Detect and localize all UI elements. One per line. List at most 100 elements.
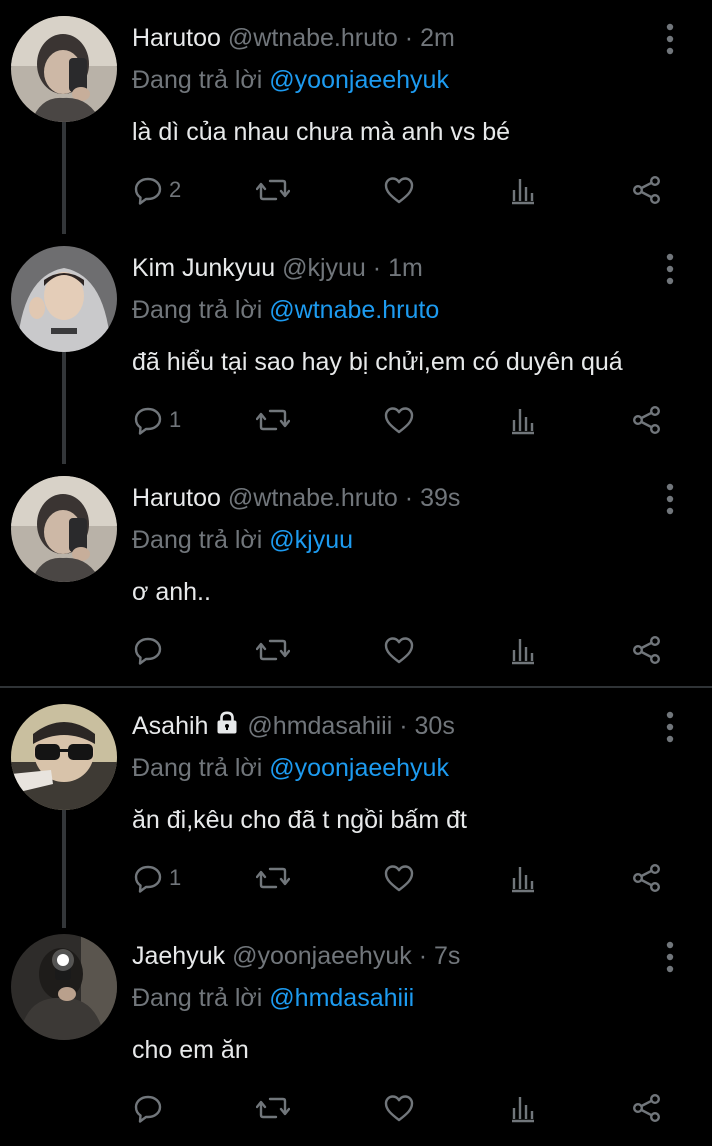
like-button[interactable] [383, 620, 415, 680]
replying-prefix: Đang trả lời [132, 296, 263, 324]
timestamp[interactable]: 2m [420, 24, 455, 52]
more-options-button[interactable] [660, 22, 680, 56]
retweet-button[interactable] [256, 390, 290, 450]
action-bar [0, 1078, 712, 1138]
tweet-text: cho em ăn [132, 1036, 249, 1064]
timestamp[interactable]: 39s [420, 484, 460, 512]
tweet[interactable]: Harutoo @wtnabe.hruto · 2m Đang trả lời … [0, 0, 712, 230]
handle[interactable]: @wtnabe.hruto [228, 484, 398, 512]
mention-link[interactable]: @yoonjaeehyuk [269, 754, 449, 782]
more-options-button[interactable] [660, 710, 680, 744]
more-vertical-icon [666, 23, 674, 55]
jaehyuk-avatar-icon [11, 934, 117, 1040]
retweet-icon [256, 639, 290, 661]
views-icon [512, 639, 534, 665]
display-name[interactable]: Jaehyuk [132, 942, 225, 970]
views-button[interactable] [509, 620, 537, 680]
tweet-header: Asahih @hmdasahiii · 30s [132, 708, 632, 744]
avatar[interactable] [11, 704, 117, 810]
reply-icon [134, 1095, 162, 1123]
more-options-button[interactable] [660, 252, 680, 286]
avatar[interactable] [11, 246, 117, 352]
reply-thread-feed: Harutoo @wtnabe.hruto · 2m Đang trả lời … [0, 0, 712, 1146]
views-button[interactable] [509, 848, 537, 908]
retweet-button[interactable] [256, 160, 290, 220]
reply-button[interactable] [133, 620, 169, 680]
tweet-header: Jaehyuk @yoonjaeehyuk · 7s [132, 938, 632, 974]
retweet-button[interactable] [256, 1078, 290, 1138]
replying-to: Đang trả lời @yoonjaeehyuk [132, 750, 449, 786]
share-button[interactable] [632, 848, 662, 908]
tweet[interactable]: Jaehyuk @yoonjaeehyuk · 7s Đang trả lời … [0, 918, 712, 1146]
mention-link[interactable]: @hmdasahiii [269, 984, 414, 1012]
views-button[interactable] [509, 160, 537, 220]
tweet[interactable]: Kim Junkyuu @kjyuu · 1m Đang trả lời @wt… [0, 230, 712, 460]
like-button[interactable] [383, 160, 415, 220]
replying-prefix: Đang trả lời [132, 526, 263, 554]
views-button[interactable] [509, 1078, 537, 1138]
views-icon [512, 867, 534, 893]
reply-button[interactable]: 1 [133, 848, 181, 908]
reply-icon [134, 865, 162, 893]
mention-link[interactable]: @yoonjaeehyuk [269, 66, 449, 94]
separator: · [399, 712, 408, 740]
more-vertical-icon [666, 711, 674, 743]
share-button[interactable] [632, 1078, 662, 1138]
timestamp[interactable]: 7s [434, 942, 460, 970]
tweet-header: Kim Junkyuu @kjyuu · 1m [132, 250, 632, 286]
mention-link[interactable]: @kjyuu [269, 526, 353, 554]
display-name[interactable]: Harutoo [132, 24, 221, 52]
handle[interactable]: @yoonjaeehyuk [232, 942, 412, 970]
timestamp[interactable]: 1m [388, 254, 423, 282]
reply-count: 1 [169, 407, 182, 432]
tweet[interactable]: Asahih @hmdasahiii · 30s Đang trả lời @y… [0, 688, 712, 918]
separator: · [404, 24, 414, 52]
harutoo-avatar-icon [11, 476, 117, 582]
avatar[interactable] [11, 476, 117, 582]
action-bar: 1 [0, 848, 712, 908]
like-button[interactable] [383, 848, 415, 908]
views-icon [512, 1097, 534, 1123]
share-button[interactable] [632, 160, 662, 220]
views-button[interactable] [509, 390, 537, 450]
timestamp[interactable]: 30s [415, 712, 455, 740]
retweet-icon [256, 1097, 290, 1119]
avatar[interactable] [11, 16, 117, 122]
reply-icon [134, 637, 162, 665]
harutoo-avatar-icon [11, 16, 117, 122]
handle[interactable]: @hmdasahiii [247, 712, 392, 740]
more-options-button[interactable] [660, 940, 680, 974]
share-icon [633, 864, 661, 893]
separator: · [418, 942, 428, 970]
reply-button[interactable] [133, 1078, 169, 1138]
tweet-header: Harutoo @wtnabe.hruto · 39s [132, 480, 632, 516]
reply-icon [134, 407, 162, 435]
mention-link[interactable]: @wtnabe.hruto [269, 296, 439, 324]
tweet[interactable]: Harutoo @wtnabe.hruto · 39s Đang trả lời… [0, 460, 712, 686]
tweet-text: ăn đi,kêu cho đã t ngồi bấm đt [132, 806, 467, 834]
avatar[interactable] [11, 934, 117, 1040]
replying-to: Đang trả lời @wtnabe.hruto [132, 292, 439, 328]
replying-to: Đang trả lời @yoonjaeehyuk [132, 62, 449, 98]
display-name[interactable]: Harutoo [132, 484, 221, 512]
retweet-button[interactable] [256, 620, 290, 680]
tweet-text: đã hiểu tại sao hay bị chửi,em có duyên … [132, 348, 623, 376]
more-options-button[interactable] [660, 482, 680, 516]
like-button[interactable] [383, 390, 415, 450]
reply-button[interactable]: 2 [133, 160, 181, 220]
more-vertical-icon [666, 483, 674, 515]
handle[interactable]: @kjyuu [282, 254, 366, 282]
retweet-button[interactable] [256, 848, 290, 908]
more-vertical-icon [666, 253, 674, 285]
junkyuu-avatar-icon [11, 246, 117, 352]
reply-count: 2 [169, 177, 182, 202]
reply-button[interactable]: 1 [133, 390, 181, 450]
share-button[interactable] [632, 390, 662, 450]
action-bar: 1 [0, 390, 712, 450]
more-vertical-icon [666, 941, 674, 973]
display-name[interactable]: Kim Junkyuu [132, 254, 275, 282]
handle[interactable]: @wtnabe.hruto [228, 24, 398, 52]
like-button[interactable] [383, 1078, 415, 1138]
display-name[interactable]: Asahih [132, 712, 208, 740]
share-button[interactable] [632, 620, 662, 680]
